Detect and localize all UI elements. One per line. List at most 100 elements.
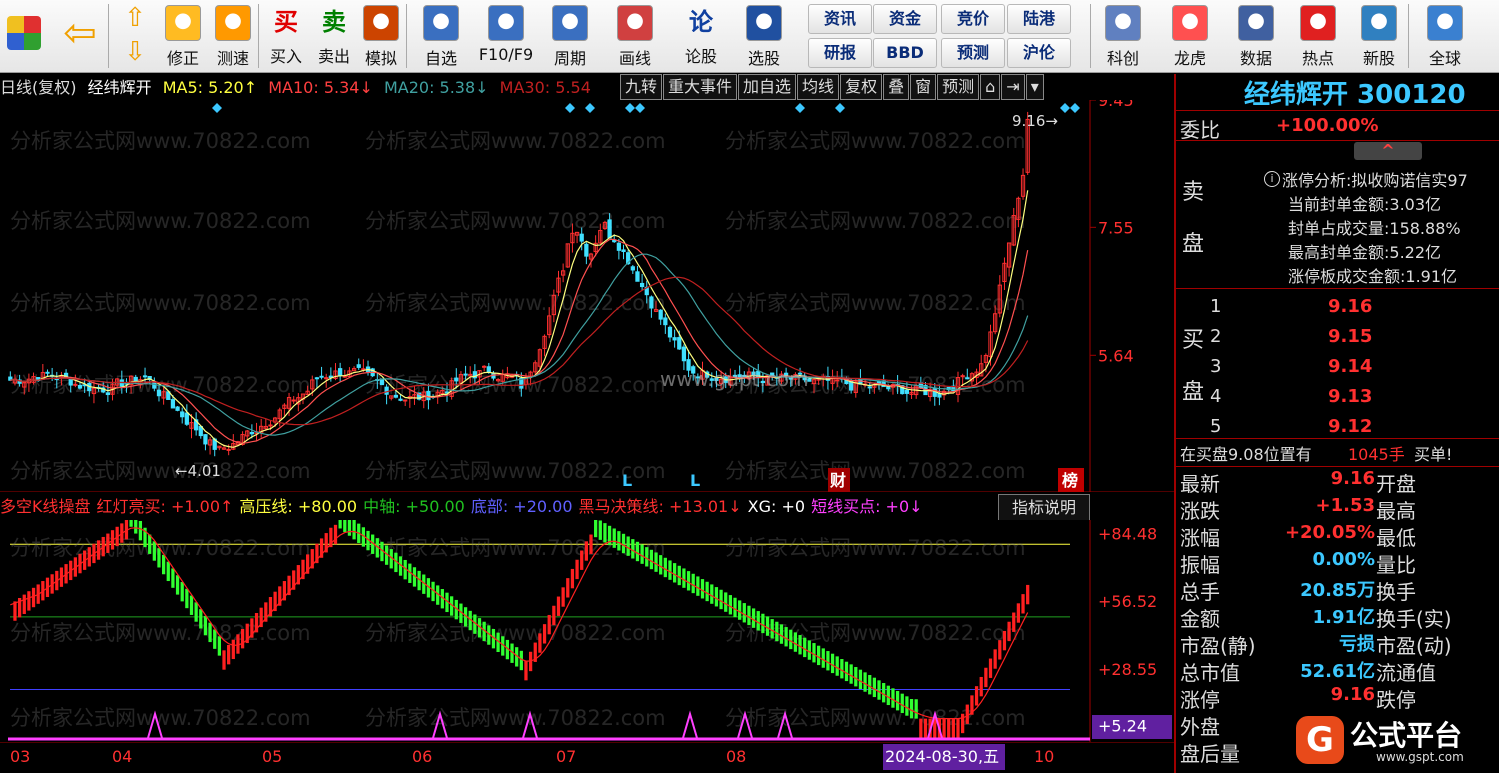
indicator-readout: 黑马决策线: +13.01↓ xyxy=(578,497,742,516)
toolbar-period-clock-button[interactable]: 周期 xyxy=(540,2,600,70)
quote-separator xyxy=(1176,466,1499,467)
indicator-bar xyxy=(561,587,565,607)
big-order-volume: 1045手 xyxy=(1348,445,1405,464)
windows-grid-icon xyxy=(7,16,41,50)
indicator-bar xyxy=(691,573,695,594)
stat-label-2: 换手 xyxy=(1376,580,1416,604)
indicator-bar xyxy=(654,552,658,572)
toolbar-forum-button[interactable]: 论论股 xyxy=(672,2,730,70)
candle-body xyxy=(249,432,255,435)
chart-marker: L xyxy=(690,471,700,490)
indicator-bar xyxy=(905,696,909,716)
candle-body xyxy=(77,385,83,389)
watermark: 分析家公式网www.70822.com xyxy=(725,129,1026,153)
period-clock-icon xyxy=(552,5,588,41)
toolbar-clock-button[interactable]: 测速 xyxy=(210,2,256,70)
indicator-readout: 多空K线操盘 xyxy=(0,497,91,516)
toolbar-f10-button[interactable]: F10/F9 xyxy=(475,2,537,70)
toolbar-tech-board-button[interactable]: 科创 xyxy=(1093,2,1153,70)
chart-toolbar-button[interactable]: 重大事件 xyxy=(663,74,738,100)
chart-toolbar-button[interactable]: 复权 xyxy=(840,74,883,100)
toolbar-small-button[interactable]: 资讯 xyxy=(808,4,872,34)
toolbar-pe-data-button[interactable]: 数据 xyxy=(1227,2,1285,70)
brand-logo: G 公式平台 www.gspt.com xyxy=(1294,712,1494,770)
toolbar-windows-grid-button[interactable] xyxy=(2,2,46,70)
ma20-readout: MA20: 5.38↓ xyxy=(383,78,489,97)
toolbar-small-button[interactable]: 研报 xyxy=(808,38,872,68)
sell-side-label: 卖 xyxy=(1182,180,1205,205)
indicator-bar xyxy=(603,523,607,543)
indicator-bar xyxy=(621,533,626,554)
watermark: 分析家公式网www.70822.com xyxy=(725,706,1026,730)
indicator-bar xyxy=(640,544,644,564)
chart-toolbar-button[interactable]: 叠 xyxy=(883,74,910,100)
toolbar-small-button[interactable]: 竞价 xyxy=(941,4,1005,34)
chart-toolbar-button[interactable]: 加自选 xyxy=(738,74,797,100)
indicator-bar xyxy=(923,718,928,738)
quote-separator xyxy=(1176,140,1499,141)
indicator-bar xyxy=(199,609,203,629)
stat-label: 振幅 xyxy=(1180,553,1220,577)
toolbar-small-button[interactable]: 预测 xyxy=(941,38,1005,68)
bid-price: 9.12 xyxy=(1328,416,1373,437)
watermark: 分析家公式网www.70822.com xyxy=(10,129,311,153)
collapse-toggle-icon[interactable]: ^ xyxy=(1354,142,1422,160)
toolbar-hot-button[interactable]: 热点 xyxy=(1289,2,1347,70)
indicator-bar xyxy=(849,664,853,684)
indicator-chart[interactable]: +84.48 +56.52 +28.55 +5.24 分析家公式网www.70822.c… xyxy=(0,520,1174,742)
toolbar-globe-button[interactable]: 全球 xyxy=(1414,2,1476,70)
indicator-bar xyxy=(645,547,649,567)
toolbar-back-arrow-button[interactable]: ⇦ xyxy=(56,2,104,70)
indicator-bar xyxy=(547,614,551,635)
period-label[interactable]: 日线(复权) xyxy=(0,78,77,97)
candle-body xyxy=(156,389,162,397)
indicator-bar xyxy=(189,595,194,615)
indicator-bar xyxy=(705,581,709,602)
chart-toolbar-button[interactable]: 九转 xyxy=(620,74,663,100)
last-price-tag: 9.16→ xyxy=(1012,112,1058,130)
arrow-up-icon[interactable]: ⇧ xyxy=(116,2,154,34)
toolbar-pencil-button[interactable]: 画线 xyxy=(604,2,666,70)
indicator-bar xyxy=(575,559,579,580)
chart-toolbar: 九转 重大事件 加自选 均线 复权叠窗预测 ⌂ ⇥ ▾ xyxy=(620,74,1045,100)
toolbar-refresh-button[interactable]: 修正 xyxy=(160,2,206,70)
indicator-help-button[interactable]: 指标说明 xyxy=(998,494,1090,522)
toolbar-buy-button[interactable]: 买买入 xyxy=(264,2,308,70)
toolbar-stock-pick-button[interactable]: 选股 xyxy=(735,2,793,70)
gavel-icon xyxy=(363,5,399,41)
watermark: 分析家公式网www.70822.com xyxy=(10,459,311,483)
toolbar-small-button[interactable]: 陆港 xyxy=(1007,4,1071,34)
lock-icon[interactable]: ⌂ xyxy=(980,74,1001,100)
toolbar-ipo-button[interactable]: 新股 xyxy=(1350,2,1408,70)
brand-url: www.gspt.com xyxy=(1376,750,1464,764)
toolbar-small-button[interactable]: 资金 xyxy=(873,4,937,34)
candle-body xyxy=(463,373,468,376)
indicator-bar xyxy=(751,608,756,628)
quote-panel: 经纬辉开 300120 委比 +100.00% ^ 卖盘 i 涨停分析:拟收购诺信实97 当前… xyxy=(1174,74,1499,773)
indicator-bar xyxy=(793,632,798,652)
indicator-bar xyxy=(338,520,342,529)
arrow-down-icon[interactable]: ⇩ xyxy=(116,36,154,68)
bid-price: 9.13 xyxy=(1328,386,1373,407)
indicator-bar xyxy=(895,691,900,711)
toolbar-small-button[interactable]: BBD xyxy=(873,38,937,68)
buy-side-label: 盘 xyxy=(1182,380,1205,405)
indicator-bar xyxy=(807,640,811,660)
bid-level: 4 xyxy=(1210,386,1222,407)
expand-icon[interactable]: ⇥ xyxy=(1001,74,1025,100)
candle-body xyxy=(180,411,185,418)
watermark: 分析家公式网www.70822.com xyxy=(10,706,311,730)
toolbar-button-label: 买入 xyxy=(269,47,302,66)
toolbar-small-button[interactable]: 沪伦 xyxy=(1007,38,1071,68)
toolbar-sell-button[interactable]: 卖卖出 xyxy=(312,2,356,70)
chart-toolbar-button[interactable]: 预测 xyxy=(937,74,980,100)
indicator-bar xyxy=(724,592,728,612)
toolbar-dragon-tiger-button[interactable]: 龙虎 xyxy=(1160,2,1220,70)
toolbar-gavel-button[interactable]: 模拟 xyxy=(358,2,404,70)
chart-toolbar-button[interactable]: 窗 xyxy=(910,74,937,100)
dropdown-icon[interactable]: ▾ xyxy=(1025,74,1044,100)
toolbar-star-folder-button[interactable]: 自选 xyxy=(412,2,470,70)
indicator-bar xyxy=(1012,612,1016,632)
kline-chart[interactable]: 9.45 7.55 5.64 分析家公式网www.70822.com 分析家公式网www… xyxy=(0,100,1174,492)
chart-toolbar-button[interactable]: 均线 xyxy=(797,74,840,100)
